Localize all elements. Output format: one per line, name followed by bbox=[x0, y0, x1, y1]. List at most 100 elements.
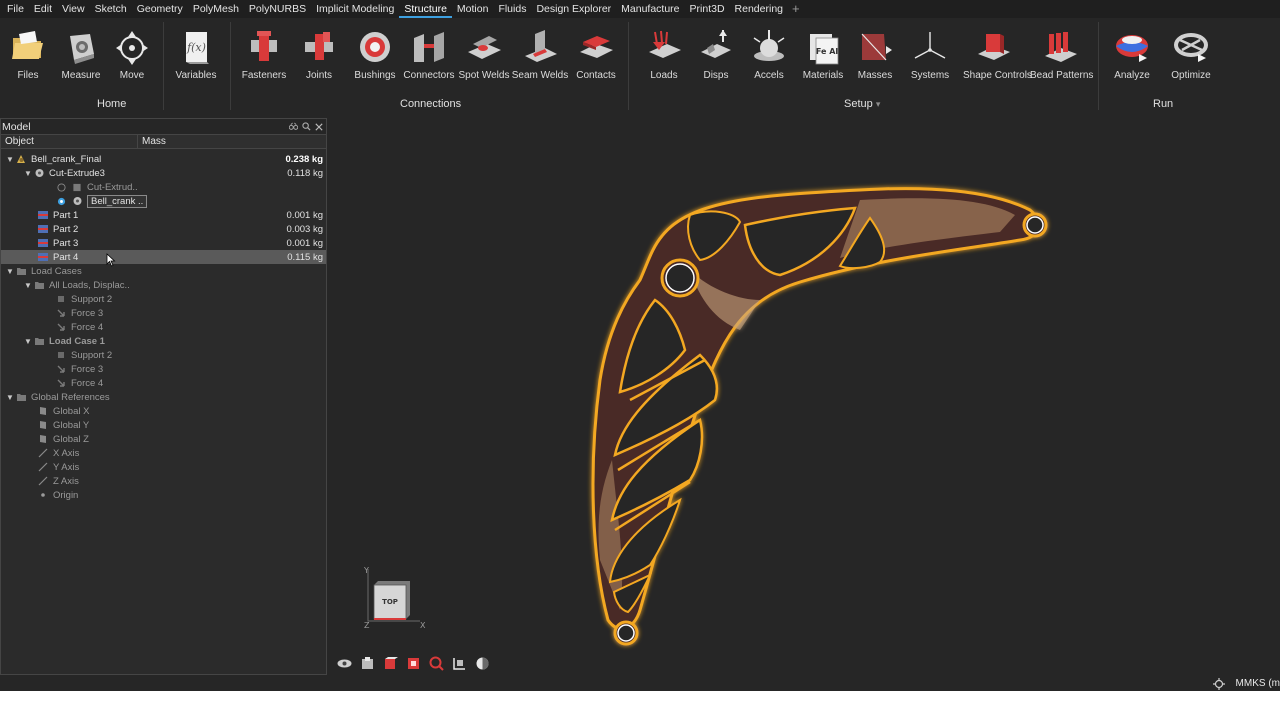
tree-item-global-z[interactable]: Global Z bbox=[1, 432, 326, 446]
tree-item-label: Global References bbox=[31, 391, 110, 403]
tree-item-force-4[interactable]: Force 4 bbox=[1, 376, 326, 390]
menu-polynurbs[interactable]: PolyNURBS bbox=[244, 0, 311, 18]
tree-item-cut-extrude-child[interactable]: Cut-Extrud.. bbox=[1, 180, 326, 194]
files-tool[interactable]: Files bbox=[0, 28, 58, 81]
graphics-viewport[interactable] bbox=[330, 114, 1280, 676]
visible-radio-icon[interactable] bbox=[55, 196, 67, 206]
snap-crosshair-icon[interactable] bbox=[1213, 678, 1225, 690]
variables-tool[interactable]: f(x) Variables bbox=[166, 28, 226, 81]
chevron-down-icon[interactable]: ▼ bbox=[23, 281, 33, 290]
tree-item-label: Part 4 bbox=[53, 251, 79, 263]
loads-tool[interactable]: Loads bbox=[634, 28, 694, 81]
accels-tool[interactable]: Accels bbox=[739, 28, 799, 81]
menu-implicit-modeling[interactable]: Implicit Modeling bbox=[311, 0, 399, 18]
seam-welds-tool[interactable]: Seam Welds bbox=[510, 28, 570, 81]
menu-edit[interactable]: Edit bbox=[29, 0, 57, 18]
setup-group-label[interactable]: Setup ▾ bbox=[844, 98, 880, 110]
chevron-down-icon[interactable]: ▼ bbox=[23, 337, 33, 346]
chevron-down-icon[interactable]: ▼ bbox=[5, 393, 15, 402]
shape-controls-tool[interactable]: Shape Controls bbox=[963, 28, 1032, 81]
fasteners-tool[interactable]: Fasteners bbox=[234, 28, 294, 81]
add-ribbon-plus-icon[interactable]: + bbox=[788, 0, 804, 18]
menu-manufacture[interactable]: Manufacture bbox=[616, 0, 684, 18]
tree-item-all-loads[interactable]: ▼ All Loads, Displac.. bbox=[1, 278, 326, 292]
chevron-down-icon[interactable]: ▼ bbox=[5, 155, 15, 164]
tree-item-x-axis[interactable]: X Axis bbox=[1, 446, 326, 460]
render-mode-icon[interactable] bbox=[474, 655, 491, 672]
close-icon[interactable] bbox=[315, 122, 323, 131]
plane-icon bbox=[37, 420, 49, 430]
menu-print3d[interactable]: Print3D bbox=[685, 0, 730, 18]
tree-item-bell-crank-child[interactable]: Bell_crank .. bbox=[1, 194, 326, 208]
object-column-header[interactable]: Object bbox=[1, 135, 138, 148]
view-cube[interactable]: Y X Z TOP bbox=[360, 565, 430, 630]
search-icon[interactable] bbox=[302, 122, 311, 131]
axis-icon bbox=[37, 448, 49, 458]
bushings-tool[interactable]: Bushings bbox=[345, 28, 405, 81]
visibility-eye-icon[interactable] bbox=[336, 655, 353, 672]
folder-icon bbox=[33, 336, 45, 346]
tree-item-global-x[interactable]: Global X bbox=[1, 404, 326, 418]
isolate-icon[interactable] bbox=[405, 655, 422, 672]
tree-item-part-1[interactable]: Part 1 0.001 kg bbox=[1, 208, 326, 222]
menu-view[interactable]: View bbox=[57, 0, 90, 18]
menu-motion[interactable]: Motion bbox=[452, 0, 494, 18]
tree-item-origin[interactable]: Origin bbox=[1, 488, 326, 502]
menu-geometry[interactable]: Geometry bbox=[132, 0, 188, 18]
menu-structure[interactable]: Structure bbox=[399, 0, 452, 18]
spot-welds-tool[interactable]: Spot Welds bbox=[454, 28, 514, 81]
chevron-down-icon[interactable]: ▼ bbox=[5, 267, 15, 276]
binoculars-icon[interactable] bbox=[289, 122, 298, 131]
materials-tool[interactable]: Fe Al Materials bbox=[793, 28, 853, 81]
tree-item-y-axis[interactable]: Y Axis bbox=[1, 460, 326, 474]
bead-patterns-tool[interactable]: Bead Patterns bbox=[1030, 28, 1093, 81]
chevron-down-icon[interactable]: ▼ bbox=[23, 169, 33, 178]
ribbon-divider bbox=[628, 22, 629, 110]
tree-item-load-case-1[interactable]: ▼ Load Case 1 bbox=[1, 334, 326, 348]
menu-design-explorer[interactable]: Design Explorer bbox=[531, 0, 616, 18]
optimize-tool[interactable]: Optimize bbox=[1161, 28, 1221, 81]
tree-item-bell-crank-final[interactable]: ▼ Bell_crank_Final 0.238 kg bbox=[1, 152, 326, 166]
view-cube-face-label: TOP bbox=[382, 598, 398, 606]
menu-fluids[interactable]: Fluids bbox=[493, 0, 531, 18]
zoom-fit-icon[interactable] bbox=[428, 655, 445, 672]
disps-tool[interactable]: Disps bbox=[686, 28, 746, 81]
show-parts-icon[interactable] bbox=[359, 655, 376, 672]
joints-tool[interactable]: Joints bbox=[289, 28, 349, 81]
hidden-radio-icon[interactable] bbox=[55, 182, 67, 192]
tree-item-support-2[interactable]: Support 2 bbox=[1, 292, 326, 306]
contacts-icon bbox=[580, 36, 613, 58]
systems-icon bbox=[914, 32, 946, 59]
masses-tool[interactable]: Masses bbox=[845, 28, 905, 81]
contacts-tool[interactable]: Contacts bbox=[566, 28, 626, 81]
tree-item-force-3[interactable]: Force 3 bbox=[1, 306, 326, 320]
variables-label: Variables bbox=[175, 70, 217, 81]
box-select-icon[interactable] bbox=[382, 655, 399, 672]
tree-item-force-3[interactable]: Force 3 bbox=[1, 362, 326, 376]
bell-crank-model[interactable] bbox=[591, 187, 1048, 646]
analyze-tool[interactable]: Analyze bbox=[1102, 28, 1162, 81]
tree-item-part-3[interactable]: Part 3 0.001 kg bbox=[1, 236, 326, 250]
systems-tool[interactable]: Systems bbox=[900, 28, 960, 81]
mass-column-header[interactable]: Mass bbox=[138, 135, 166, 148]
menu-sketch[interactable]: Sketch bbox=[90, 0, 132, 18]
view-3d-icon[interactable] bbox=[451, 655, 468, 672]
unit-system-selector[interactable]: MMKS (m bbox=[1236, 678, 1280, 689]
tree-item-part-2[interactable]: Part 2 0.003 kg bbox=[1, 222, 326, 236]
tree-item-z-axis[interactable]: Z Axis bbox=[1, 474, 326, 488]
menu-rendering[interactable]: Rendering bbox=[730, 0, 788, 18]
tree-item-global-references[interactable]: ▼ Global References bbox=[1, 390, 326, 404]
tree-item-force-4[interactable]: Force 4 bbox=[1, 320, 326, 334]
tree-item-cut-extrude3[interactable]: ▼ Cut-Extrude3 0.118 kg bbox=[1, 166, 326, 180]
connectors-tool[interactable]: Connectors bbox=[399, 28, 459, 81]
tree-item-part-4[interactable]: Part 4 0.115 kg bbox=[1, 250, 326, 264]
move-tool[interactable]: Move bbox=[102, 28, 162, 81]
force-icon bbox=[55, 364, 67, 374]
tree-item-global-y[interactable]: Global Y bbox=[1, 418, 326, 432]
tree-item-load-cases[interactable]: ▼ Load Cases bbox=[1, 264, 326, 278]
menu-polymesh[interactable]: PolyMesh bbox=[188, 0, 244, 18]
spot-welds-label: Spot Welds bbox=[458, 70, 510, 81]
menu-file[interactable]: File bbox=[2, 0, 29, 18]
force-icon bbox=[55, 378, 67, 388]
tree-item-support-2[interactable]: Support 2 bbox=[1, 348, 326, 362]
